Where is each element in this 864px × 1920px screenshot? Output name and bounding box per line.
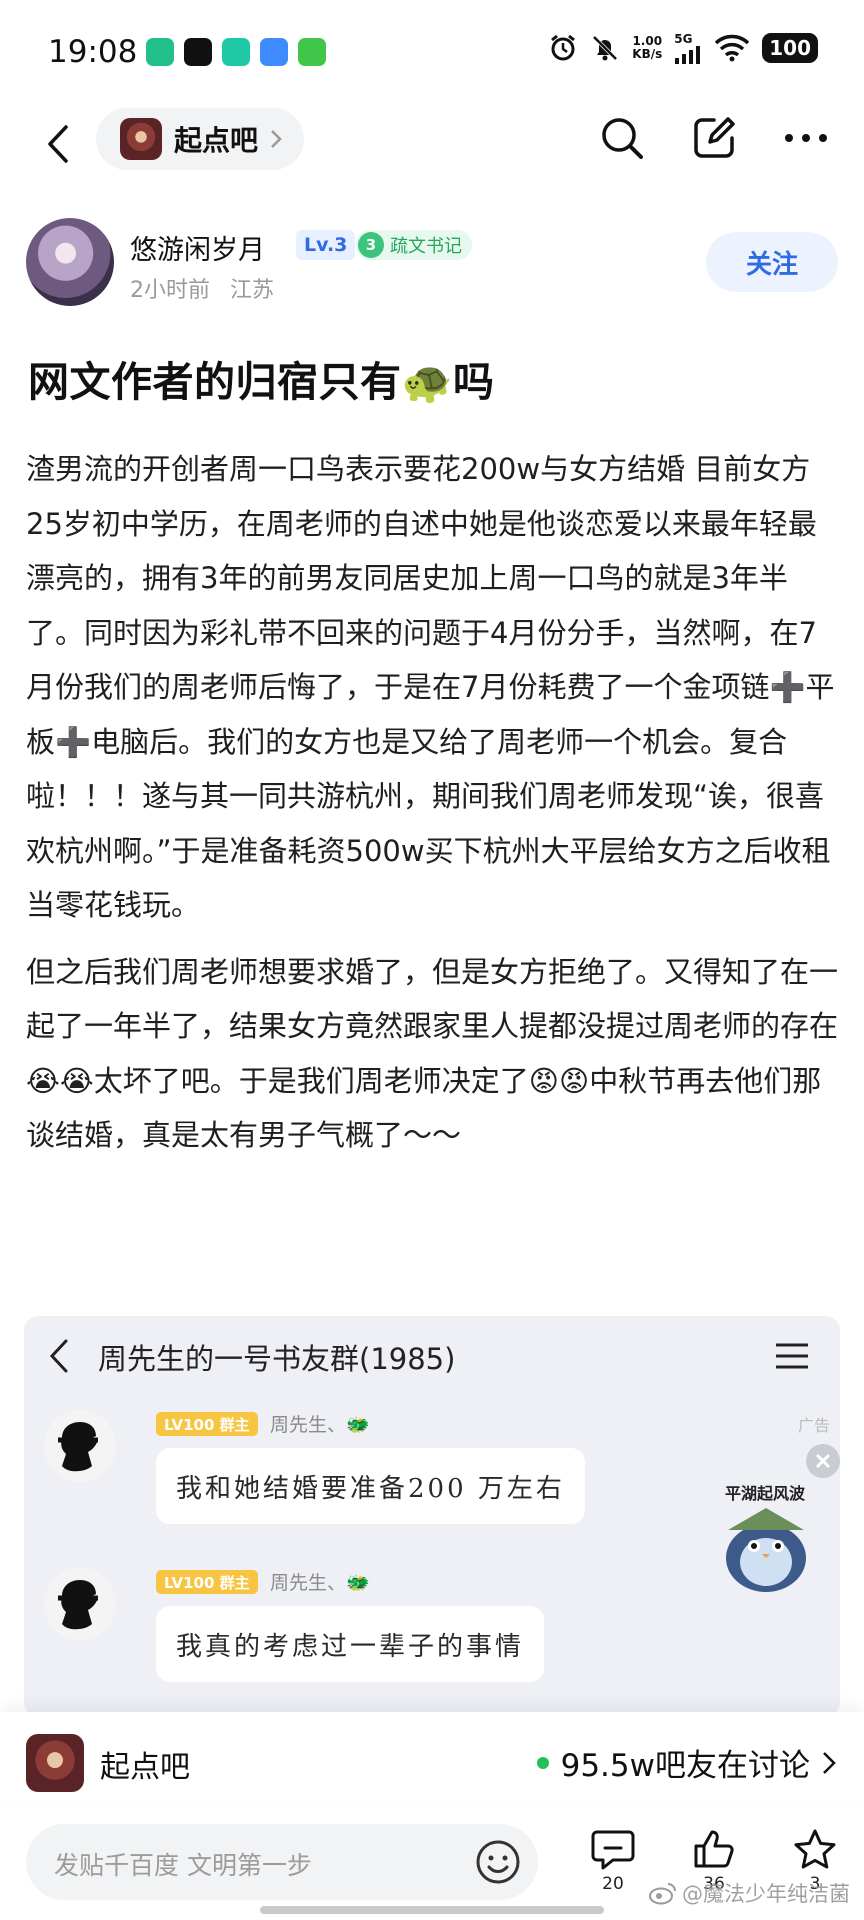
comment-icon bbox=[591, 1830, 635, 1870]
status-bar: 19:08 1.00 KB/s 5G 100 bbox=[0, 0, 864, 100]
edit-button[interactable] bbox=[688, 112, 740, 164]
app-notification-icon bbox=[146, 38, 174, 66]
member-avatar bbox=[44, 1410, 116, 1482]
menu-icon bbox=[776, 1343, 808, 1369]
post-location: 江苏 bbox=[230, 278, 275, 303]
status-time: 19:08 bbox=[48, 34, 138, 70]
thumbs-up-icon bbox=[694, 1830, 734, 1868]
member-avatar bbox=[44, 1568, 116, 1640]
app-notification-icon bbox=[260, 38, 288, 66]
post-author: 悠游闲岁月 Lv.3 3 疏文书记 2小时前 江苏 关注 bbox=[26, 218, 838, 308]
forum-avatar bbox=[120, 118, 162, 160]
weibo-logo-icon bbox=[649, 1883, 676, 1905]
ad-close-button[interactable] bbox=[806, 1444, 840, 1478]
back-arrow-icon bbox=[48, 125, 68, 163]
forum-link[interactable]: 起点吧 bbox=[96, 108, 305, 170]
message-bubble: 我真的考虑过一辈子的事情 bbox=[156, 1606, 545, 1682]
post-image[interactable]: 周先生的一号书友群(1985) LV100 群主 周先生、🐲 我和她结婚要准备2… bbox=[24, 1316, 840, 1716]
forum-name: 起点吧 bbox=[174, 124, 259, 157]
owner-badge: LV100 群主 bbox=[156, 1412, 258, 1436]
discussion-link[interactable]: 95.5w吧友在讨论 bbox=[536, 1740, 836, 1785]
edit-icon bbox=[694, 117, 735, 158]
sender-name: 周先生、🐲 bbox=[270, 1414, 370, 1436]
cellular-signal: 5G bbox=[674, 32, 702, 64]
more-icon bbox=[785, 134, 827, 142]
title-badge: 3 疏文书记 bbox=[356, 230, 472, 260]
watermark-text: @魔法少年纯洁菌 bbox=[682, 1882, 850, 1906]
discussion-count: 95.5w吧友在讨论 bbox=[560, 1748, 810, 1784]
search-button[interactable] bbox=[596, 112, 648, 164]
app-notification-icon bbox=[184, 38, 212, 66]
battery-indicator: 100 bbox=[762, 33, 818, 63]
post-meta: 2小时前 江苏 bbox=[130, 272, 274, 304]
comment-count: 20 bbox=[602, 1874, 624, 1894]
chat-message: LV100 群主 周先生、🐲 我和她结婚要准备200 万左右 bbox=[44, 1410, 604, 1540]
home-indicator bbox=[260, 1906, 604, 1914]
title-level: 3 bbox=[358, 232, 384, 258]
level-badge: Lv.3 bbox=[296, 230, 356, 260]
reply-placeholder: 发贴千百度 文明第一步 bbox=[54, 1851, 312, 1880]
comment-button[interactable]: 20 bbox=[585, 1828, 641, 1894]
alarm-icon bbox=[551, 34, 576, 61]
mute-bell-icon bbox=[592, 35, 618, 61]
signal-icon bbox=[675, 46, 701, 64]
more-button[interactable] bbox=[780, 112, 832, 164]
emoji-icon[interactable] bbox=[474, 1838, 522, 1886]
status-indicators: 1.00 KB/s 5G 100 bbox=[548, 32, 818, 64]
post-time: 2小时前 bbox=[130, 278, 210, 303]
app-notification-icon bbox=[222, 38, 250, 66]
owner-badge: LV100 群主 bbox=[156, 1570, 258, 1594]
forum-name: 起点吧 bbox=[100, 1750, 190, 1785]
back-arrow-icon bbox=[49, 1339, 68, 1373]
reply-input[interactable]: 发贴千百度 文明第一步 bbox=[26, 1824, 538, 1900]
wifi-icon bbox=[715, 34, 750, 62]
sticker-image: 平湖起风波 bbox=[706, 1480, 824, 1598]
title-text: 疏文书记 bbox=[390, 236, 462, 257]
forum-bar[interactable]: 起点吧 95.5w吧友在讨论 bbox=[0, 1712, 864, 1804]
close-icon bbox=[815, 1453, 831, 1469]
author-name[interactable]: 悠游闲岁月 bbox=[130, 228, 265, 267]
back-button[interactable] bbox=[34, 116, 82, 172]
sender-name: 周先生、🐲 bbox=[270, 1572, 370, 1594]
group-chat-header: 周先生的一号书友群(1985) bbox=[24, 1316, 840, 1396]
chevron-right-icon bbox=[271, 130, 282, 148]
online-dot bbox=[536, 1756, 549, 1769]
nav-actions bbox=[596, 112, 832, 164]
follow-button[interactable]: 关注 bbox=[706, 232, 838, 292]
group-title: 周先生的一号书友群(1985) bbox=[98, 1342, 456, 1376]
post-paragraph: 但之后我们周老师想要求婚了，但是女方拒绝了。又得知了在一起了一年半了，结果女方竟… bbox=[26, 954, 839, 1153]
watermark: @魔法少年纯洁菌 bbox=[648, 1878, 850, 1908]
message-bubble: 我和她结婚要准备200 万左右 bbox=[156, 1448, 585, 1524]
ad-label: 广告 bbox=[797, 1416, 830, 1435]
forum-avatar bbox=[26, 1734, 84, 1792]
top-nav: 起点吧 bbox=[0, 100, 864, 200]
app-notification-icon bbox=[298, 38, 326, 66]
chat-message: LV100 群主 周先生、🐲 我真的考虑过一辈子的事情 bbox=[44, 1568, 604, 1698]
post-title: 网文作者的归宿只有🐢吗 bbox=[28, 358, 495, 406]
notification-app-icons bbox=[146, 38, 326, 66]
post-paragraph: 渣男流的开创者周一口鸟表示要花200w与女方结婚 目前女方25岁初中学历，在周老… bbox=[26, 452, 835, 922]
chevron-right-icon bbox=[823, 1751, 836, 1774]
search-icon bbox=[602, 118, 643, 159]
star-icon bbox=[794, 1829, 836, 1869]
net-speed: 1.00 KB/s bbox=[632, 34, 663, 61]
author-avatar[interactable] bbox=[26, 218, 114, 306]
post-body: 渣男流的开创者周一口鸟表示要花200w与女方结婚 目前女方25岁初中学历，在周老… bbox=[26, 442, 844, 1175]
